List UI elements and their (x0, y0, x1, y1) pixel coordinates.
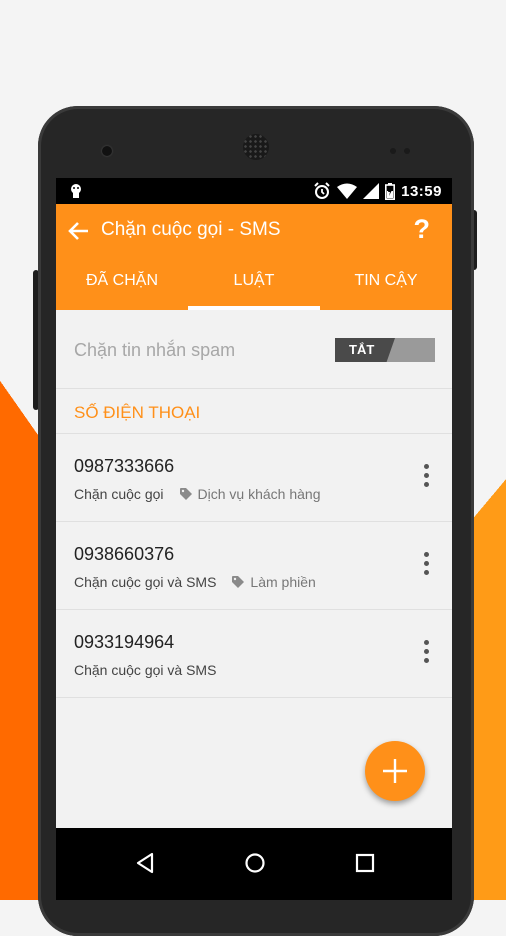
tab-blocked[interactable]: ĐÃ CHẶN (56, 258, 188, 310)
block-action: Chặn cuộc gọi và SMS (74, 574, 217, 590)
more-options-icon[interactable] (422, 464, 430, 490)
front-camera (102, 146, 112, 156)
spam-sms-toggle[interactable]: TẮT (335, 338, 435, 362)
status-bar: 13:59 (56, 178, 452, 204)
label-tag: Dịch vụ khách hàng (179, 486, 321, 502)
section-title: SỐ ĐIỆN THOẠI (74, 403, 201, 422)
list-item[interactable]: 0938660376 Chặn cuộc gọi và SMS Làm phiề… (56, 522, 452, 610)
more-options-icon[interactable] (422, 552, 430, 578)
wifi-icon (337, 183, 358, 199)
spam-sms-rule-label: Chặn tin nhắn spam (74, 340, 236, 360)
list-item-meta: Chặn cuộc gọi và SMS Làm phiền (74, 574, 316, 590)
block-action: Chặn cuộc gọi (74, 486, 164, 502)
navigation-bar (56, 828, 452, 900)
toggle-state-label: TẮT (349, 342, 375, 357)
android-debug-icon (71, 184, 81, 198)
add-number-button[interactable] (365, 741, 425, 801)
tag-icon (232, 576, 245, 588)
alarm-icon (314, 182, 330, 199)
phone-number: 0933194964 (74, 632, 175, 652)
earpiece-speaker (243, 134, 269, 160)
tab-rules[interactable]: LUẬT (188, 258, 320, 310)
block-action: Chặn cuộc gọi và SMS (74, 662, 217, 678)
help-button[interactable]: ? (414, 214, 431, 245)
home-nav-icon[interactable] (244, 852, 266, 874)
back-nav-icon[interactable] (134, 852, 156, 874)
battery-icon (385, 182, 396, 200)
more-options-icon[interactable] (422, 640, 430, 666)
app-bar: Chặn cuộc gọi - SMS ? ĐÃ CHẶN LUẬT TIN C… (56, 204, 452, 310)
section-header: SỐ ĐIỆN THOẠI (56, 389, 452, 434)
cell-signal-icon (363, 183, 380, 199)
recents-nav-icon[interactable] (354, 852, 376, 874)
label-tag: Làm phiền (232, 574, 316, 590)
tag-text: Dịch vụ khách hàng (197, 486, 321, 502)
tab-trusted[interactable]: TIN CẬY (320, 258, 452, 310)
page-title: Chặn cuộc gọi - SMS (101, 219, 281, 240)
status-time: 13:59 (401, 182, 442, 200)
list-item-meta: Chặn cuộc gọi và SMS (74, 662, 216, 678)
list-item[interactable]: 0987333666 Chặn cuộc gọi Dịch vụ khách h… (56, 434, 452, 522)
proximity-sensor (390, 148, 396, 154)
light-sensor (404, 148, 410, 154)
spam-sms-rule-row: Chặn tin nhắn spam TẮT (56, 310, 452, 389)
list-item-meta: Chặn cuộc gọi Dịch vụ khách hàng (74, 486, 320, 502)
tag-icon (179, 488, 192, 500)
tag-text: Làm phiền (250, 574, 316, 590)
phone-number: 0938660376 (74, 544, 175, 564)
list-item[interactable]: 0933194964 Chặn cuộc gọi và SMS (56, 610, 452, 698)
phone-number: 0987333666 (74, 456, 175, 476)
tab-bar: ĐÃ CHẶN LUẬT TIN CẬY (56, 258, 452, 310)
back-arrow-icon[interactable] (66, 218, 92, 244)
plus-icon (383, 759, 407, 783)
phone-screen: 13:59 Chặn cuộc gọi - SMS ? ĐÃ CHẶN LUẬT… (56, 178, 452, 900)
